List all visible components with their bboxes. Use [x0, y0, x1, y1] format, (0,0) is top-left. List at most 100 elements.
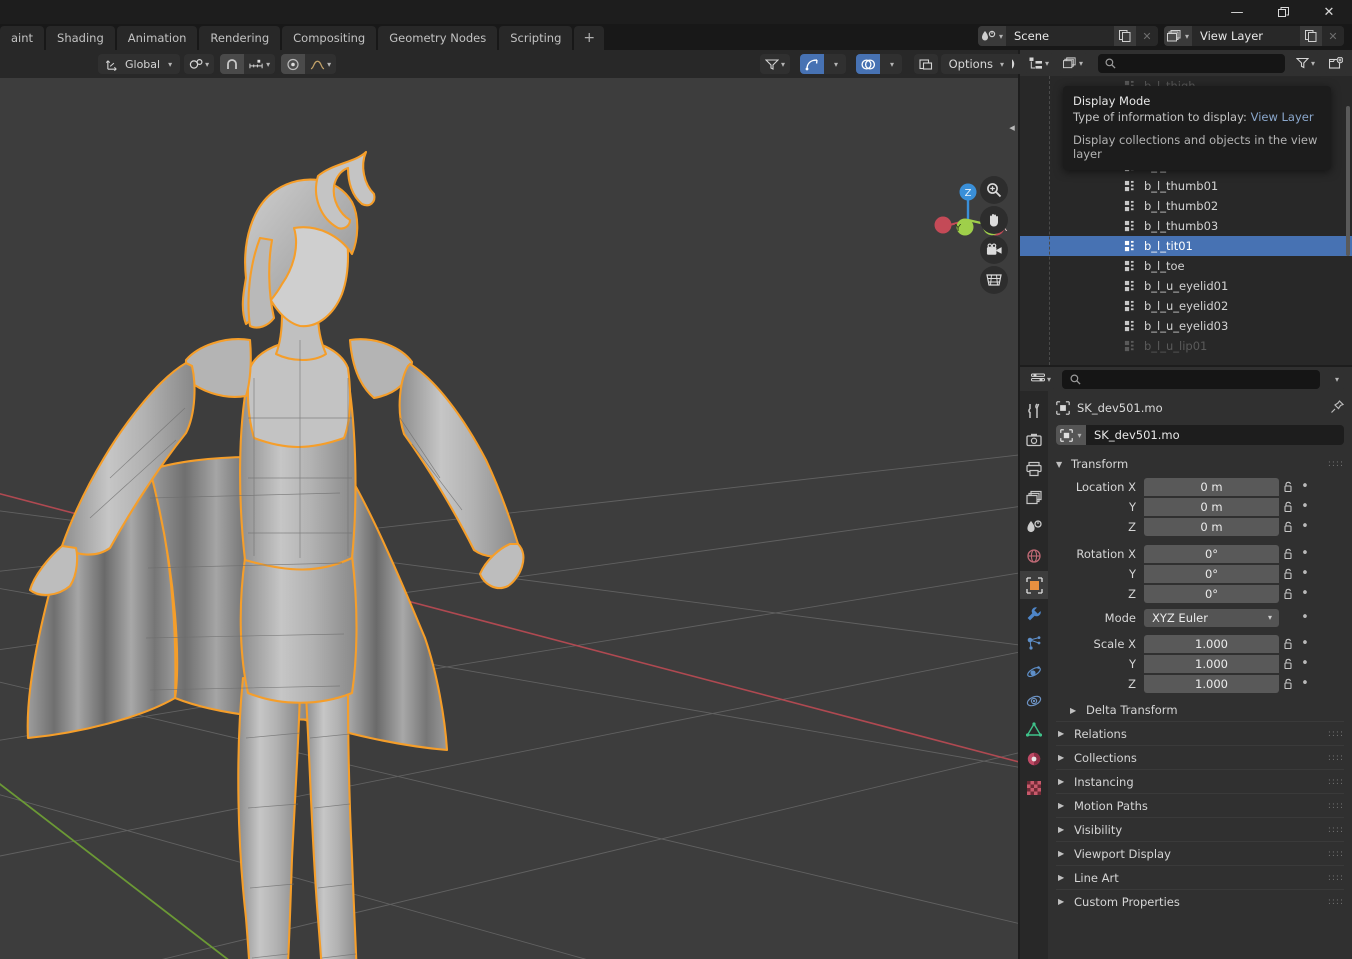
- outliner-row-b-l-u-eyelid03[interactable]: b_l_u_eyelid03: [1020, 316, 1352, 336]
- animate-property-dot[interactable]: •: [1297, 499, 1313, 514]
- tab-texture[interactable]: [1020, 774, 1048, 802]
- viewlayer-selector[interactable]: ▾ View Layer ✕: [1164, 26, 1344, 46]
- panel-instancing[interactable]: ▶ Instancing ::::: [1056, 769, 1344, 793]
- proportional-falloff-button[interactable]: ▾: [305, 54, 336, 74]
- pan-button[interactable]: [980, 206, 1008, 234]
- lock-icon[interactable]: [1279, 678, 1297, 690]
- add-workspace-button[interactable]: +: [574, 26, 605, 50]
- rotation-z-field[interactable]: 0°: [1144, 584, 1279, 603]
- location-x-field[interactable]: 0 m: [1144, 477, 1279, 496]
- minimize-button[interactable]: —: [1214, 0, 1260, 24]
- workspace-tab-compositing[interactable]: Compositing: [282, 26, 377, 50]
- outliner-row-b-l-u-eyelid02[interactable]: b_l_u_eyelid02: [1020, 296, 1352, 316]
- transform-orientation-dropdown[interactable]: Global ▾: [98, 54, 181, 74]
- scene-selector[interactable]: ▾ Scene ✕: [978, 26, 1158, 46]
- pin-icon[interactable]: [1330, 399, 1345, 417]
- lock-icon[interactable]: [1279, 638, 1297, 650]
- tab-tool[interactable]: [1020, 397, 1048, 425]
- toggle-xray-button[interactable]: [914, 54, 938, 74]
- lock-icon[interactable]: [1279, 568, 1297, 580]
- outliner-row-b-l-u-lip01[interactable]: b_l_u_lip01: [1020, 336, 1352, 356]
- panel-viewport-display[interactable]: ▶ Viewport Display ::::: [1056, 841, 1344, 865]
- tab-object[interactable]: [1020, 571, 1048, 599]
- show-gizmo-button[interactable]: ▾: [760, 54, 790, 74]
- animate-property-dot[interactable]: •: [1297, 519, 1313, 534]
- tab-render[interactable]: [1020, 426, 1048, 454]
- panel-collections[interactable]: ▶ Collections ::::: [1056, 745, 1344, 769]
- lock-icon[interactable]: [1279, 481, 1297, 493]
- scene-name[interactable]: Scene: [1006, 26, 1114, 46]
- panel-motion-paths[interactable]: ▶ Motion Paths ::::: [1056, 793, 1344, 817]
- tab-scene[interactable]: [1020, 513, 1048, 541]
- new-scene-button[interactable]: [1114, 26, 1136, 46]
- animate-property-dot[interactable]: •: [1297, 656, 1313, 671]
- new-viewlayer-button[interactable]: [1300, 26, 1322, 46]
- remove-viewlayer-button[interactable]: ✕: [1322, 26, 1344, 46]
- workspace-tab-rendering[interactable]: Rendering: [199, 26, 281, 50]
- close-button[interactable]: ✕: [1306, 0, 1352, 24]
- workspace-tab-scripting[interactable]: Scripting: [499, 26, 573, 50]
- animate-property-dot[interactable]: •: [1297, 676, 1313, 691]
- 3d-viewport[interactable]: Z X Y ◂: [0, 78, 1018, 959]
- show-gizmos-toggle[interactable]: [800, 54, 825, 74]
- tab-physics[interactable]: [1020, 658, 1048, 686]
- panel-visibility[interactable]: ▶ Visibility ::::: [1056, 817, 1344, 841]
- unlink-scene-button[interactable]: ✕: [1136, 26, 1158, 46]
- outliner-row-b-l-tit01[interactable]: b_l_tit01: [1020, 236, 1352, 256]
- tab-particles[interactable]: [1020, 629, 1048, 657]
- workspace-tab-texture-paint[interactable]: aint: [0, 26, 45, 50]
- delta-transform-panel[interactable]: ▶ Delta Transform: [1056, 699, 1344, 721]
- tab-material[interactable]: [1020, 745, 1048, 773]
- outliner-filter-id-dropdown[interactable]: ▾: [1058, 53, 1089, 73]
- panel-line-art[interactable]: ▶ Line Art ::::: [1056, 865, 1344, 889]
- animate-property-dot[interactable]: •: [1297, 636, 1313, 651]
- properties-options-button[interactable]: ▾: [1325, 369, 1346, 389]
- object-datablock-icon[interactable]: ▾: [1056, 425, 1086, 445]
- lock-icon[interactable]: [1279, 521, 1297, 533]
- tab-modifiers[interactable]: [1020, 600, 1048, 628]
- overlay-options-button[interactable]: ▾: [880, 54, 902, 74]
- outliner-row-b-l-thumb01[interactable]: b_l_thumb01: [1020, 176, 1352, 196]
- scale-y-field[interactable]: 1.000: [1144, 654, 1279, 673]
- tab-constraints[interactable]: [1020, 687, 1048, 715]
- scale-x-field[interactable]: 1.000: [1144, 634, 1279, 653]
- location-z-field[interactable]: 0 m: [1144, 517, 1279, 536]
- workspace-tab-shading[interactable]: Shading: [46, 26, 115, 50]
- rotation-y-field[interactable]: 0°: [1144, 564, 1279, 583]
- character-model[interactable]: [0, 78, 1018, 959]
- show-overlays-toggle[interactable]: [856, 54, 881, 74]
- options-dropdown[interactable]: Options ▾: [940, 54, 1012, 74]
- properties-search-input[interactable]: [1062, 369, 1320, 389]
- camera-view-button[interactable]: [980, 236, 1008, 264]
- tab-world[interactable]: [1020, 542, 1048, 570]
- zoom-button[interactable]: [980, 176, 1008, 204]
- viewlayer-name[interactable]: View Layer: [1192, 26, 1300, 46]
- outliner-row-b-l-toe[interactable]: b_l_toe: [1020, 256, 1352, 276]
- outliner-row-b-l-thumb03[interactable]: b_l_thumb03: [1020, 216, 1352, 236]
- pivot-point-button[interactable]: ▾: [184, 54, 214, 74]
- transform-panel-header[interactable]: ▼ Transform ::::: [1056, 453, 1344, 475]
- animate-property-dot[interactable]: •: [1297, 610, 1313, 625]
- lock-icon[interactable]: [1279, 501, 1297, 513]
- animate-property-dot[interactable]: •: [1297, 566, 1313, 581]
- object-name-input[interactable]: SK_dev501.mo: [1086, 425, 1344, 445]
- rotation-x-field[interactable]: 0°: [1144, 544, 1279, 563]
- panel-custom-properties[interactable]: ▶ Custom Properties ::::: [1056, 889, 1344, 913]
- sidebar-toggle-arrow[interactable]: ◂: [1006, 116, 1018, 138]
- workspace-tab-geometry-nodes[interactable]: Geometry Nodes: [378, 26, 498, 50]
- proportional-edit-toggle[interactable]: [281, 54, 306, 74]
- outliner-display-mode-dropdown[interactable]: ▾: [1024, 53, 1055, 73]
- animate-property-dot[interactable]: •: [1297, 546, 1313, 561]
- lock-icon[interactable]: [1279, 658, 1297, 670]
- snap-toggle-button[interactable]: [220, 54, 245, 74]
- scale-z-field[interactable]: 1.000: [1144, 674, 1279, 693]
- animate-property-dot[interactable]: •: [1297, 586, 1313, 601]
- new-collection-button[interactable]: [1324, 53, 1348, 73]
- gizmo-options-button[interactable]: ▾: [824, 54, 846, 74]
- lock-icon[interactable]: [1279, 548, 1297, 560]
- outliner-search-input[interactable]: [1098, 53, 1285, 73]
- animate-property-dot[interactable]: •: [1297, 479, 1313, 494]
- toggle-ortho-button[interactable]: [980, 266, 1008, 294]
- outliner-filter-button[interactable]: ▾: [1290, 53, 1320, 73]
- properties-editor-type-button[interactable]: ▾: [1026, 369, 1057, 389]
